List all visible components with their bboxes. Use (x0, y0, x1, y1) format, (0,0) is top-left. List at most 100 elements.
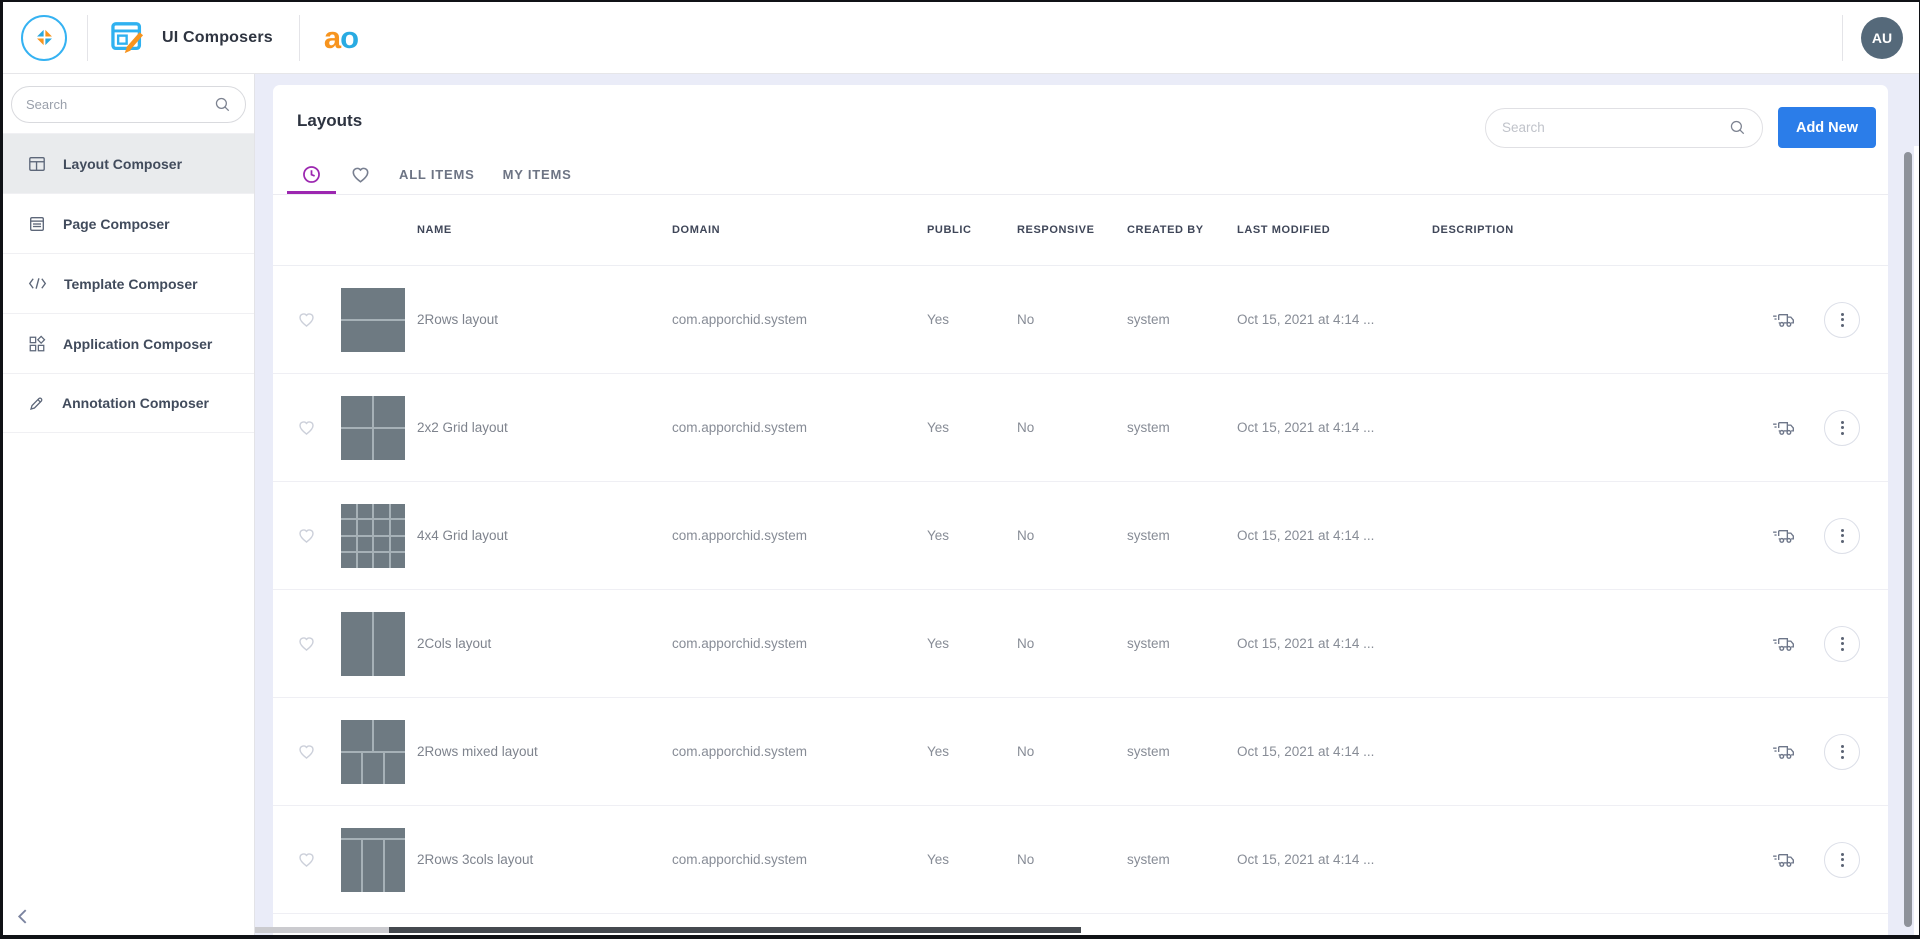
favorite-button[interactable] (273, 310, 325, 329)
thumbnail-cell (363, 753, 383, 784)
row-responsive: No (1009, 312, 1119, 327)
apporchid-logo-button[interactable] (21, 15, 67, 61)
right-edge (1914, 146, 1919, 935)
row-responsive: No (1009, 852, 1119, 867)
row-menu-button[interactable] (1824, 302, 1860, 338)
row-domain: com.apporchid.system (664, 852, 919, 867)
table-row[interactable]: 2Cols layoutcom.apporchid.systemYesNosys… (273, 590, 1888, 698)
row-domain: com.apporchid.system (664, 636, 919, 651)
layout-icon (28, 155, 46, 173)
row-domain: com.apporchid.system (664, 528, 919, 543)
thumbnail-cell (341, 429, 372, 460)
table-search[interactable] (1485, 108, 1763, 148)
row-last-modified: Oct 15, 2021 at 4:14 ... (1229, 528, 1424, 543)
table-row[interactable]: 2Rows mixed layoutcom.apporchid.systemYe… (273, 698, 1888, 806)
thumbnail-cell (341, 753, 361, 784)
favorite-button[interactable] (273, 634, 325, 653)
sidebar-item-layout-composer[interactable]: Layout Composer (3, 133, 254, 193)
tab-label: MY ITEMS (503, 167, 572, 182)
sidebar-item-label: Application Composer (63, 336, 212, 352)
export-truck-button[interactable] (1771, 850, 1796, 870)
layout-thumbnail (341, 288, 405, 352)
heart-outline-icon (297, 634, 316, 653)
sidebar-item-application-composer[interactable]: Application Composer (3, 313, 254, 373)
thumbnail-cell (391, 504, 406, 519)
tab-my-items[interactable]: MY ITEMS (489, 157, 586, 194)
user-avatar[interactable]: AU (1861, 17, 1903, 59)
table-search-input[interactable] (1502, 120, 1729, 135)
export-truck-button[interactable] (1771, 310, 1796, 330)
heart-outline-icon (297, 742, 316, 761)
heart-outline-icon (297, 850, 316, 869)
favorite-button[interactable] (273, 742, 325, 761)
row-menu-button[interactable] (1824, 734, 1860, 770)
favorite-button[interactable] (273, 526, 325, 545)
app-window: UI Composers ao AU Layout ComposerPage C… (0, 0, 1920, 939)
thumbnail-cell (391, 553, 406, 568)
search-icon (1729, 119, 1746, 136)
export-truck-button[interactable] (1771, 526, 1796, 546)
tab-favorites[interactable] (336, 157, 385, 194)
row-domain: com.apporchid.system (664, 744, 919, 759)
row-menu-button[interactable] (1824, 626, 1860, 662)
search-icon (214, 96, 231, 113)
row-menu-button[interactable] (1824, 410, 1860, 446)
sidebar-collapse-button[interactable] (17, 908, 28, 925)
export-truck-button[interactable] (1771, 634, 1796, 654)
layout-thumbnail (341, 828, 405, 892)
table-row[interactable]: 4x4 Grid layoutcom.apporchid.systemYesNo… (273, 482, 1888, 590)
horizontal-scrollbar[interactable] (389, 927, 1081, 933)
export-truck-button[interactable] (1771, 418, 1796, 438)
row-last-modified: Oct 15, 2021 at 4:14 ... (1229, 636, 1424, 651)
sidebar-item-template-composer[interactable]: Template Composer (3, 253, 254, 313)
row-name: 2Rows mixed layout (409, 744, 664, 759)
thumbnail-cell (341, 840, 361, 892)
favorite-button[interactable] (273, 850, 325, 869)
favorite-button[interactable] (273, 418, 325, 437)
thumbnail-cell (341, 288, 405, 319)
header-divider (1842, 15, 1843, 61)
heart-icon (350, 164, 371, 185)
row-public: Yes (919, 420, 1009, 435)
sidebar-item-page-composer[interactable]: Page Composer (3, 193, 254, 253)
thumbnail-cell (385, 753, 405, 784)
add-new-button[interactable]: Add New (1778, 107, 1876, 148)
row-domain: com.apporchid.system (664, 420, 919, 435)
table-row[interactable]: 2Rows 3cols layoutcom.apporchid.systemYe… (273, 806, 1888, 914)
row-name: 2Rows layout (409, 312, 664, 327)
tab-all-items[interactable]: ALL ITEMS (385, 157, 489, 194)
heart-outline-icon (297, 310, 316, 329)
pen-icon (28, 395, 45, 412)
thumbnail-cell (341, 612, 372, 676)
sidebar-search-input[interactable] (26, 97, 214, 112)
app-ident[interactable]: UI Composers (88, 2, 299, 73)
thumbnail-cell-wrap (325, 612, 409, 676)
main-area: Layouts Add New ALL ITEMSMY ITEMS NAMEDO… (255, 74, 1919, 935)
thumbnail-cell (374, 720, 405, 751)
table-row[interactable]: 2x2 Grid layoutcom.apporchid.systemYesNo… (273, 374, 1888, 482)
thumbnail-cell (341, 504, 356, 519)
tab-recent[interactable] (287, 157, 336, 194)
vertical-scrollbar[interactable] (1904, 152, 1912, 927)
row-last-modified: Oct 15, 2021 at 4:14 ... (1229, 420, 1424, 435)
thumbnail-cell-wrap (325, 720, 409, 784)
table-row[interactable]: 2Rows layoutcom.apporchid.systemYesNosys… (273, 266, 1888, 374)
ui-composer-window-icon (110, 21, 148, 55)
row-created-by: system (1119, 312, 1229, 327)
row-menu-button[interactable] (1824, 518, 1860, 554)
sidebar-item-annotation-composer[interactable]: Annotation Composer (3, 373, 254, 433)
column-header: PUBLIC (919, 224, 1009, 236)
row-last-modified: Oct 15, 2021 at 4:14 ... (1229, 312, 1424, 327)
sidebar-item-label: Template Composer (64, 276, 198, 292)
row-public: Yes (919, 528, 1009, 543)
row-menu-button[interactable] (1824, 842, 1860, 878)
ao-logo-letter-o: o (340, 20, 358, 56)
thumbnail-cell (374, 520, 389, 535)
column-header: NAME (409, 224, 664, 236)
row-actions (1564, 734, 1888, 770)
sidebar-search[interactable] (11, 86, 246, 123)
row-created-by: system (1119, 852, 1229, 867)
thumbnail-cell (341, 720, 372, 751)
export-truck-button[interactable] (1771, 742, 1796, 762)
thumbnail-cell (358, 537, 373, 552)
